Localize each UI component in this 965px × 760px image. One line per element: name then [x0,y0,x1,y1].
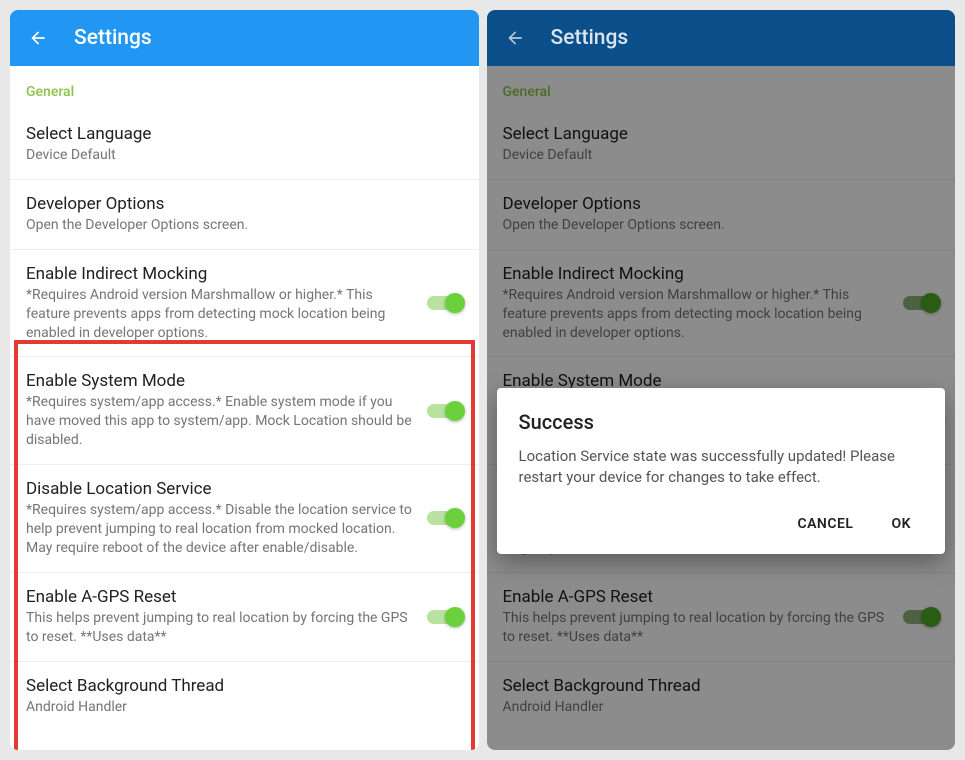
setting-sub: Open the Developer Options screen. [26,216,463,235]
toggle-indirect-mocking[interactable] [427,293,463,313]
setting-title: Enable Indirect Mocking [26,264,415,284]
setting-disable-location[interactable]: Disable Location Service *Requires syste… [10,465,479,573]
setting-sub: *Requires system/app access.* Disable th… [26,501,415,558]
toggle-system-mode[interactable] [427,401,463,421]
dialog-actions: CANCEL OK [519,506,924,544]
back-icon[interactable] [503,26,527,50]
toggle-disable-location[interactable] [427,508,463,528]
toggle-agps-reset[interactable] [427,607,463,627]
setting-devopts[interactable]: Developer Options Open the Developer Opt… [10,180,479,250]
settings-content: General Select Language Device Default D… [487,66,956,750]
success-dialog: Success Location Service state was succe… [497,388,946,554]
back-icon[interactable] [26,26,50,50]
appbar: Settings [487,10,956,66]
section-general: General [10,66,479,110]
settings-content: General Select Language Device Default D… [10,66,479,750]
setting-language[interactable]: Select Language Device Default [10,110,479,180]
setting-sub: This helps prevent jumping to real locat… [26,609,415,647]
dialog-title: Success [519,410,924,434]
appbar: Settings [10,10,479,66]
setting-sub: Android Handler [26,698,463,717]
setting-agps-reset[interactable]: Enable A-GPS Reset This helps prevent ju… [10,573,479,662]
appbar-title: Settings [74,26,152,50]
cancel-button[interactable]: CANCEL [789,510,861,538]
setting-title: Enable A-GPS Reset [26,587,415,607]
setting-sub: Device Default [26,146,463,165]
setting-title: Enable System Mode [26,371,415,391]
setting-title: Developer Options [26,194,463,214]
phone-right: Settings General Select Language Device … [487,10,956,750]
appbar-title: Settings [551,26,629,50]
setting-title: Select Background Thread [26,676,463,696]
setting-title: Disable Location Service [26,479,415,499]
setting-sub: *Requires Android version Marshmallow or… [26,286,415,343]
phone-left: Settings General Select Language Device … [10,10,479,750]
setting-system-mode[interactable]: Enable System Mode *Requires system/app … [10,357,479,465]
setting-indirect-mocking[interactable]: Enable Indirect Mocking *Requires Androi… [10,250,479,358]
ok-button[interactable]: OK [883,510,919,538]
setting-sub: *Requires system/app access.* Enable sys… [26,393,415,450]
setting-bg-thread[interactable]: Select Background Thread Android Handler [10,662,479,731]
dialog-message: Location Service state was successfully … [519,446,924,488]
setting-title: Select Language [26,124,463,144]
